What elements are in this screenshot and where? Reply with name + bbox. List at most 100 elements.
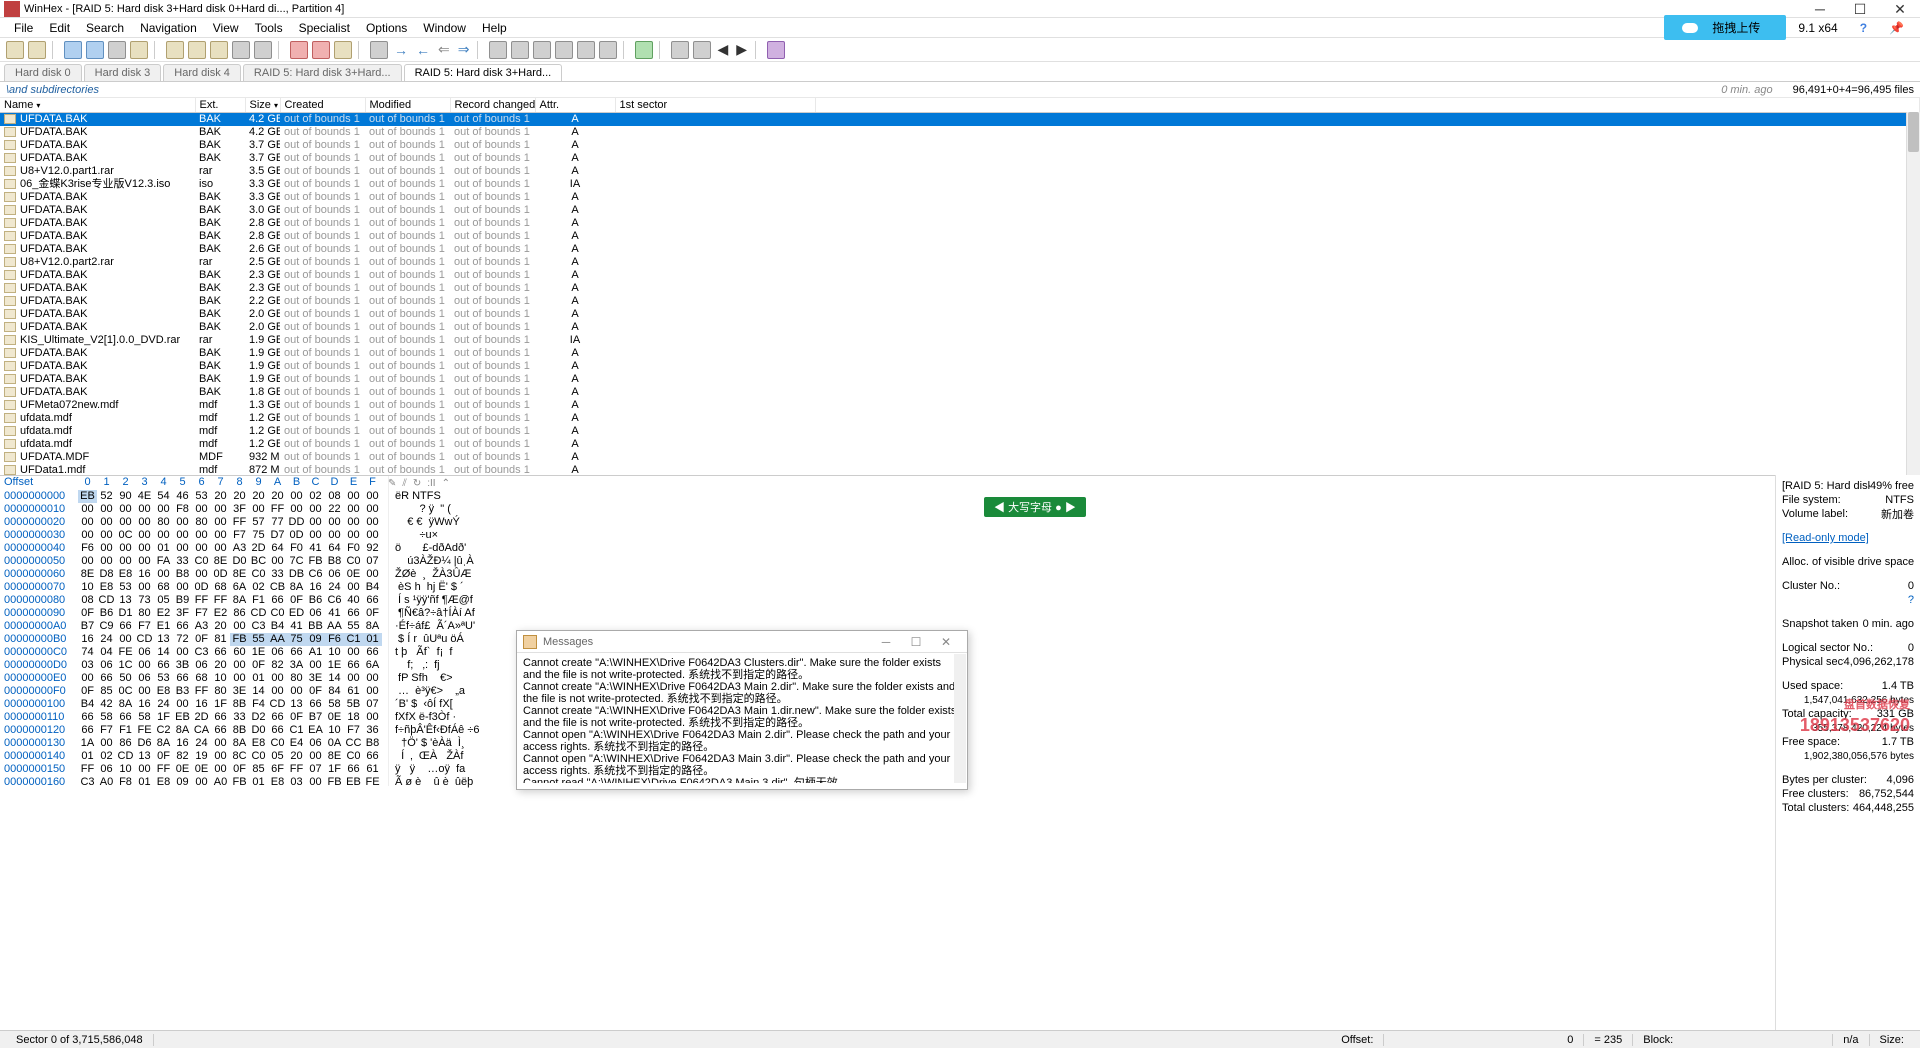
undo-icon[interactable] bbox=[232, 41, 250, 59]
file-row[interactable]: ufdata.mdfmdf1.2 GBout of bounds 1out of… bbox=[0, 438, 1920, 451]
search-icon[interactable] bbox=[577, 41, 595, 59]
dialog-scrollbar[interactable] bbox=[954, 654, 966, 783]
refresh-icon[interactable]: ↻ bbox=[413, 478, 421, 489]
file-row[interactable]: UFDATA.BAKBAK2.3 GBout of bounds 1out of… bbox=[0, 282, 1920, 295]
file-row[interactable]: U8+V12.0.part2.rarrar2.5 GBout of bounds… bbox=[0, 256, 1920, 269]
file-row[interactable]: UFData1.mdfmdf872 MBout of bounds 1out o… bbox=[0, 464, 1920, 476]
file-row[interactable]: UFDATA.BAKBAK2.8 GBout of bounds 1out of… bbox=[0, 217, 1920, 230]
column-1st-sector[interactable]: 1st sector bbox=[615, 98, 815, 113]
help-icon[interactable]: ? bbox=[1852, 19, 1875, 37]
open-file-icon[interactable] bbox=[28, 41, 46, 59]
minimize-button[interactable]: ─ bbox=[1800, 0, 1840, 18]
file-row[interactable]: UFDATA.BAKBAK1.9 GBout of bounds 1out of… bbox=[0, 360, 1920, 373]
file-list[interactable]: Name ▾Ext.Size ▾CreatedModifiedRecord ch… bbox=[0, 98, 1920, 476]
image-icon[interactable] bbox=[555, 41, 573, 59]
disk-icon[interactable] bbox=[489, 41, 507, 59]
replace-icon[interactable] bbox=[334, 41, 352, 59]
file-row[interactable]: UFDATA.BAKBAK3.7 GBout of bounds 1out of… bbox=[0, 139, 1920, 152]
file-row[interactable]: ufdata.mdfmdf1.2 GBout of bounds 1out of… bbox=[0, 425, 1920, 438]
tab-1[interactable]: Hard disk 3 bbox=[84, 64, 162, 81]
find-hex-icon[interactable] bbox=[290, 41, 308, 59]
dialog-titlebar[interactable]: Messages ─ ☐ ✕ bbox=[517, 631, 967, 653]
hex-bytes[interactable]: 0123456789ABCDEF EB52904E544653202020200… bbox=[72, 476, 388, 786]
cut-icon[interactable] bbox=[166, 41, 184, 59]
nav-left-icon[interactable]: ⇐ bbox=[436, 41, 452, 58]
save-as-icon[interactable] bbox=[86, 41, 104, 59]
ram-icon[interactable] bbox=[511, 41, 529, 59]
file-row[interactable]: UFDATA.BAKBAK2.0 GBout of bounds 1out of… bbox=[0, 321, 1920, 334]
menu-help[interactable]: Help bbox=[474, 19, 515, 37]
file-row[interactable]: ufdata.mdfmdf1.2 GBout of bounds 1out of… bbox=[0, 412, 1920, 425]
menu-edit[interactable]: Edit bbox=[41, 19, 78, 37]
file-row[interactable]: UFDATA.MDFMDF932 MBout of bounds 1out of… bbox=[0, 451, 1920, 464]
print-icon[interactable] bbox=[108, 41, 126, 59]
file-row[interactable]: UFDATA.BAKBAK2.8 GBout of bounds 1out of… bbox=[0, 230, 1920, 243]
zoom-icon[interactable]: :II bbox=[427, 478, 435, 489]
forward-arrow-icon[interactable]: ← bbox=[414, 42, 432, 58]
file-row[interactable]: U8+V12.0.part1.rarrar3.5 GBout of bounds… bbox=[0, 165, 1920, 178]
column-ext-[interactable]: Ext. bbox=[195, 98, 245, 113]
close-button[interactable]: ✕ bbox=[1880, 0, 1920, 18]
column-modified[interactable]: Modified bbox=[365, 98, 450, 113]
menu-view[interactable]: View bbox=[205, 19, 247, 37]
find-text-icon[interactable] bbox=[312, 41, 330, 59]
upload-button[interactable]: 拖拽上传 bbox=[1664, 15, 1786, 40]
save-icon[interactable] bbox=[64, 41, 82, 59]
dialog-minimize[interactable]: ─ bbox=[871, 635, 901, 649]
file-row[interactable]: 06_金蝶K3rise专业版V12.3.isoiso3.3 GBout of b… bbox=[0, 178, 1920, 191]
column-size[interactable]: Size ▾ bbox=[245, 98, 280, 113]
paste-icon[interactable] bbox=[210, 41, 228, 59]
scrollbar-thumb[interactable] bbox=[1908, 112, 1919, 152]
file-row[interactable]: UFDATA.BAKBAK3.7 GBout of bounds 1out of… bbox=[0, 152, 1920, 165]
file-row[interactable]: UFDATA.BAKBAK1.9 GBout of bounds 1out of… bbox=[0, 373, 1920, 386]
close-hex-icon[interactable]: ⌃ bbox=[442, 478, 450, 489]
maximize-button[interactable]: ☐ bbox=[1840, 0, 1880, 18]
play-back-icon[interactable]: ◀ bbox=[715, 41, 730, 58]
column-name[interactable]: Name ▾ bbox=[0, 98, 195, 113]
readonly-link[interactable]: [Read-only mode] bbox=[1782, 532, 1869, 544]
file-row[interactable]: UFDATA.BAKBAK3.0 GBout of bounds 1out of… bbox=[0, 204, 1920, 217]
menu-tools[interactable]: Tools bbox=[247, 19, 291, 37]
menu-navigation[interactable]: Navigation bbox=[132, 19, 205, 37]
file-row[interactable]: UFDATA.BAKBAK4.2 GBout of bounds 1out of… bbox=[0, 126, 1920, 139]
redo-icon[interactable] bbox=[254, 41, 272, 59]
dialog-close[interactable]: ✕ bbox=[931, 635, 961, 649]
file-scrollbar[interactable] bbox=[1906, 112, 1920, 475]
file-row[interactable]: UFDATA.BAKBAK3.3 GBout of bounds 1out of… bbox=[0, 191, 1920, 204]
file-row[interactable]: UFDATA.BAKBAK1.9 GBout of bounds 1out of… bbox=[0, 347, 1920, 360]
template-icon[interactable] bbox=[693, 41, 711, 59]
menu-file[interactable]: File bbox=[6, 19, 41, 37]
options-icon[interactable] bbox=[767, 41, 785, 59]
tab-4[interactable]: RAID 5: Hard disk 3+Hard... bbox=[404, 64, 563, 81]
file-row[interactable]: UFDATA.BAKBAK2.2 GBout of bounds 1out of… bbox=[0, 295, 1920, 308]
menu-window[interactable]: Window bbox=[415, 19, 474, 37]
dialog-maximize[interactable]: ☐ bbox=[901, 635, 931, 649]
file-row[interactable]: UFDATA.BAKBAK2.0 GBout of bounds 1out of… bbox=[0, 308, 1920, 321]
goto-icon[interactable] bbox=[370, 41, 388, 59]
column-record-changed[interactable]: Record changed bbox=[450, 98, 535, 113]
play-fwd-icon[interactable]: ▶ bbox=[734, 41, 749, 58]
pencil-icon[interactable]: ✎ bbox=[388, 478, 396, 489]
recover-icon[interactable] bbox=[599, 41, 617, 59]
column-created[interactable]: Created bbox=[280, 98, 365, 113]
ruler-icon[interactable]: ⫽ bbox=[402, 478, 406, 489]
file-row[interactable]: UFDATA.BAKBAK2.3 GBout of bounds 1out of… bbox=[0, 269, 1920, 282]
file-row[interactable]: UFDATA.BAKBAK4.2 GBout of bounds 1out of… bbox=[0, 113, 1920, 127]
menu-specialist[interactable]: Specialist bbox=[291, 19, 358, 37]
file-row[interactable]: UFDATA.BAKBAK1.8 GBout of bounds 1out of… bbox=[0, 386, 1920, 399]
tab-3[interactable]: RAID 5: Hard disk 3+Hard... bbox=[243, 64, 402, 81]
interpret-icon[interactable] bbox=[671, 41, 689, 59]
copy-icon[interactable] bbox=[188, 41, 206, 59]
column-attr-[interactable]: Attr. bbox=[535, 98, 615, 113]
nav-right-icon[interactable]: ⇒ bbox=[456, 41, 472, 58]
file-row[interactable]: UFMeta072new.mdfmdf1.3 GBout of bounds 1… bbox=[0, 399, 1920, 412]
tab-2[interactable]: Hard disk 4 bbox=[163, 64, 241, 81]
clone-icon[interactable] bbox=[533, 41, 551, 59]
file-row[interactable]: UFDATA.BAKBAK2.6 GBout of bounds 1out of… bbox=[0, 243, 1920, 256]
properties-icon[interactable] bbox=[130, 41, 148, 59]
menu-search[interactable]: Search bbox=[78, 19, 132, 37]
menu-options[interactable]: Options bbox=[358, 19, 415, 37]
tab-0[interactable]: Hard disk 0 bbox=[4, 64, 82, 81]
new-file-icon[interactable] bbox=[6, 41, 24, 59]
file-row[interactable]: KIS_Ultimate_V2[1].0.0_DVD.rarrar1.9 GBo… bbox=[0, 334, 1920, 347]
